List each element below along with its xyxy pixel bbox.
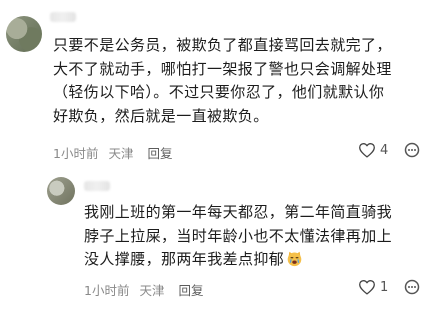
comment-time: 1小时前 — [53, 146, 99, 161]
crying-cat-emoji-icon — [287, 251, 302, 267]
like-count: 1 — [380, 279, 389, 295]
comment-text: 只要不是公务员，被欺负了都直接骂回去就完了， 大不了就动手，哪怕打一架报了警也只… — [53, 34, 441, 128]
comment-line: 没人撑腰，那两年我差点抑郁 — [84, 248, 436, 272]
comment-line-text: 没人撑腰，那两年我差点抑郁 — [84, 250, 285, 269]
comment-line: 脖子上拉屎，当时年龄小也不太懂法律再加上 — [84, 226, 393, 245]
comment-line: 大不了就动手，哪怕打一架报了警也只会调解处理 — [53, 59, 392, 78]
comment-line: 好欺负，然后就是一直被欺负。 — [53, 106, 269, 125]
comment-meta: 1小时前 天津 回复 — [53, 143, 182, 162]
commenter-name-blurred[interactable] — [84, 181, 110, 191]
comment-location: 天津 — [108, 146, 134, 161]
reply-button[interactable]: 回复 — [178, 280, 203, 299]
commenter-name-blurred[interactable] — [50, 12, 76, 22]
comment-location: 天津 — [139, 283, 165, 298]
comment-line: 我刚上班的第一年每天都忍，第二年简直骑我 — [84, 203, 393, 221]
comment-line: （轻伤以下哈）。不过只要你忍了，他们就默认你 — [53, 83, 385, 102]
heart-icon[interactable] — [358, 279, 376, 295]
commenter-avatar[interactable] — [6, 16, 42, 52]
reply-button[interactable]: 回复 — [147, 143, 172, 162]
comment-text: 我刚上班的第一年每天都忍，第二年简直骑我 脖子上拉屎，当时年龄小也不太懂法律再加… — [84, 201, 436, 272]
commenter-avatar[interactable] — [47, 177, 75, 205]
heart-icon[interactable] — [358, 142, 376, 158]
more-options-icon[interactable] — [402, 279, 422, 295]
comment-actions: 4 — [358, 142, 422, 158]
comment-meta: 1小时前 天津 回复 — [84, 280, 213, 299]
like-count: 4 — [380, 142, 389, 158]
comment-time: 1小时前 — [84, 283, 130, 298]
comment-actions: 1 — [358, 279, 422, 295]
comment-line: 只要不是公务员，被欺负了都直接骂回去就完了， — [53, 36, 392, 54]
more-options-icon[interactable] — [402, 142, 422, 158]
